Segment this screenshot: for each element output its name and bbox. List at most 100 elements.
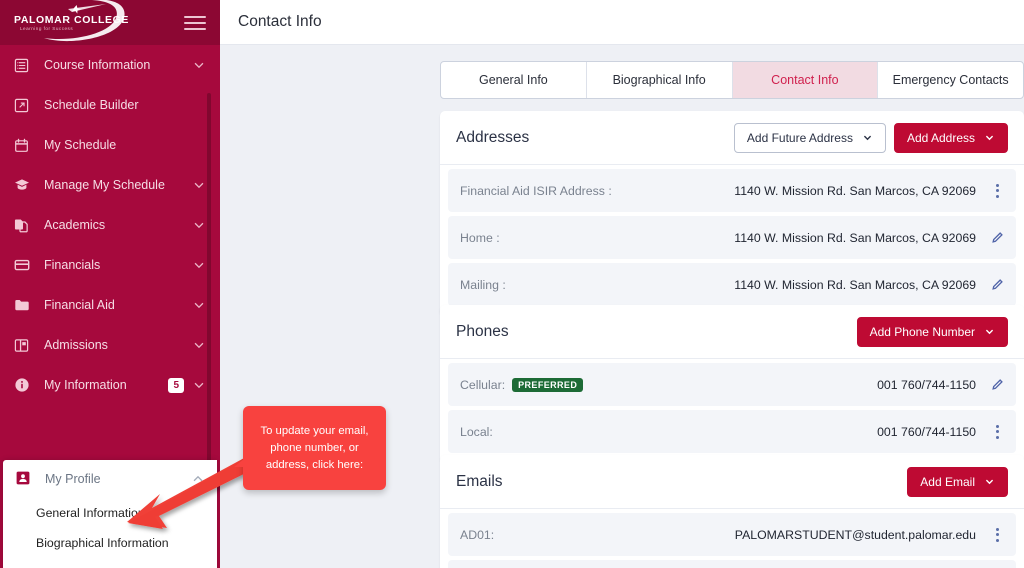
preferred-badge: PREFERRED: [512, 378, 583, 392]
kebab-icon[interactable]: [988, 425, 1006, 439]
row-label: Local:: [460, 425, 493, 439]
chevron-down-icon: [192, 218, 206, 232]
sidebar-item-label: Manage My Schedule: [36, 178, 192, 192]
tab-emergency-contacts[interactable]: Emergency Contacts: [878, 62, 1023, 98]
page-title: Contact Info: [238, 13, 322, 31]
sidebar-subitem-contact-info[interactable]: Contact Info ✓: [3, 558, 217, 568]
tab-general-info[interactable]: General Info: [441, 62, 587, 98]
sidebar-scrollbar-thumb[interactable]: [207, 93, 211, 475]
sidebar-item-my-information[interactable]: My Information 5: [0, 365, 220, 405]
sidebar-item-label: Course Information: [36, 58, 192, 72]
tab-label: Biographical Info: [613, 73, 706, 87]
tab-bar: General Info Biographical Info Contact I…: [440, 61, 1024, 99]
row-label: Financial Aid ISIR Address :: [460, 184, 612, 198]
phones-title: Phones: [456, 323, 849, 341]
pencil-icon[interactable]: [988, 231, 1006, 245]
addresses-card-header: Addresses Add Future Address Add Address: [440, 111, 1024, 165]
add-email-button[interactable]: Add Email: [907, 467, 1008, 497]
chevron-down-icon: [192, 378, 206, 392]
tab-biographical-info[interactable]: Biographical Info: [587, 62, 733, 98]
chevron-down-icon: [192, 338, 206, 352]
row-value: 1140 W. Mission Rd. San Marcos, CA 92069: [734, 278, 988, 292]
tab-contact-info[interactable]: Contact Info: [733, 62, 879, 98]
pencil-icon[interactable]: [988, 278, 1006, 292]
sidebar-subitem-general-information[interactable]: General Information: [3, 498, 217, 528]
chevron-up-icon: [191, 472, 205, 486]
row-value: 001 760/744-1150: [877, 425, 988, 439]
table-row[interactable]: Local: 001 760/744-1150: [448, 410, 1016, 453]
row-value: 1140 W. Mission Rd. San Marcos, CA 92069: [734, 184, 988, 198]
pencil-icon[interactable]: [988, 378, 1006, 392]
sidebar-item-my-profile[interactable]: My Profile: [3, 460, 217, 498]
button-label: Add Phone Number: [870, 325, 975, 339]
emails-card-header: Emails Add Email: [440, 455, 1024, 509]
add-future-address-button[interactable]: Add Future Address: [734, 123, 886, 153]
sidebar-subitem-label: Biographical Information: [36, 536, 169, 550]
sidebar-item-my-schedule[interactable]: My Schedule: [0, 125, 220, 165]
row-label: Mailing :: [460, 278, 506, 292]
chevron-down-icon: [192, 178, 206, 192]
info-icon: [14, 377, 36, 393]
sidebar-nav: Course Information Schedule Builder: [0, 45, 220, 568]
row-label: AD01:: [460, 528, 494, 542]
tab-label: General Info: [479, 73, 548, 87]
chevron-down-icon: [192, 258, 206, 272]
row-value: PALOMARSTUDENT@student.palomar.edu: [735, 528, 988, 542]
kebab-icon[interactable]: [988, 528, 1006, 542]
sidebar-item-course-information[interactable]: Course Information: [0, 45, 220, 85]
chevron-down-icon: [192, 58, 206, 72]
brand-name: PALOMAR COLLEGE: [14, 14, 129, 26]
add-address-button[interactable]: Add Address: [894, 123, 1008, 153]
row-value: 001 760/744-1150: [877, 378, 988, 392]
sidebar-item-financial-aid[interactable]: Financial Aid: [0, 285, 220, 325]
chevron-down-icon: [192, 298, 206, 312]
sidebar-item-label: My Information: [36, 378, 168, 392]
documents-icon: [14, 218, 36, 233]
table-row[interactable]: Financial Aid ISIR Address : 1140 W. Mis…: [448, 169, 1016, 212]
credit-card-icon: [14, 257, 36, 273]
chevron-down-icon: [984, 132, 995, 143]
chevron-down-icon: [862, 132, 873, 143]
list-icon: [14, 58, 36, 73]
table-row[interactable]: AD01: PALOMARSTUDENT@student.palomar.edu: [448, 513, 1016, 556]
tab-label: Emergency Contacts: [893, 73, 1009, 87]
chevron-down-icon: [984, 476, 995, 487]
sidebar: PALOMAR COLLEGE Learning for Success Cou…: [0, 0, 220, 568]
table-row[interactable]: [448, 560, 1016, 568]
phones-card: Phones Add Phone Number Cellular: PREFER…: [440, 305, 1024, 463]
instruction-callout: To update your email, phone number, or a…: [243, 406, 386, 490]
sidebar-item-label: Financial Aid: [36, 298, 192, 312]
sidebar-header: PALOMAR COLLEGE Learning for Success: [0, 0, 220, 45]
brand-logo[interactable]: PALOMAR COLLEGE Learning for Success: [6, 0, 136, 45]
sidebar-item-manage-my-schedule[interactable]: Manage My Schedule: [0, 165, 220, 205]
graduation-cap-icon: [14, 177, 36, 193]
table-row[interactable]: Home : 1140 W. Mission Rd. San Marcos, C…: [448, 216, 1016, 259]
addresses-card: Addresses Add Future Address Add Address…: [440, 111, 1024, 316]
emails-title: Emails: [456, 473, 899, 491]
sidebar-subitem-label: General Information: [36, 506, 145, 520]
status-badge: 5: [168, 378, 184, 393]
addresses-title: Addresses: [456, 129, 734, 147]
folder-icon: [14, 297, 36, 313]
row-value: 1140 W. Mission Rd. San Marcos, CA 92069: [734, 231, 988, 245]
sidebar-item-label: Schedule Builder: [36, 98, 192, 112]
button-label: Add Future Address: [747, 131, 853, 145]
book-icon: [14, 338, 36, 353]
no-chevron: [192, 138, 206, 152]
add-phone-number-button[interactable]: Add Phone Number: [857, 317, 1008, 347]
table-row[interactable]: Mailing : 1140 W. Mission Rd. San Marcos…: [448, 263, 1016, 306]
table-row[interactable]: Cellular: PREFERRED 001 760/744-1150: [448, 363, 1016, 406]
kebab-icon[interactable]: [988, 184, 1006, 198]
app-root: PALOMAR COLLEGE Learning for Success Cou…: [0, 0, 1024, 568]
hamburger-icon[interactable]: [184, 16, 206, 30]
sidebar-item-admissions[interactable]: Admissions: [0, 325, 220, 365]
row-label: Cellular: PREFERRED: [460, 378, 583, 392]
tab-label: Contact Info: [771, 73, 838, 87]
callout-text: To update your email, phone number, or a…: [253, 423, 376, 474]
button-label: Add Address: [907, 131, 975, 145]
sidebar-item-academics[interactable]: Academics: [0, 205, 220, 245]
sidebar-item-financials[interactable]: Financials: [0, 245, 220, 285]
sidebar-subitem-biographical-information[interactable]: Biographical Information: [3, 528, 217, 558]
sidebar-item-schedule-builder[interactable]: Schedule Builder: [0, 85, 220, 125]
sidebar-profile-label: My Profile: [37, 472, 191, 486]
